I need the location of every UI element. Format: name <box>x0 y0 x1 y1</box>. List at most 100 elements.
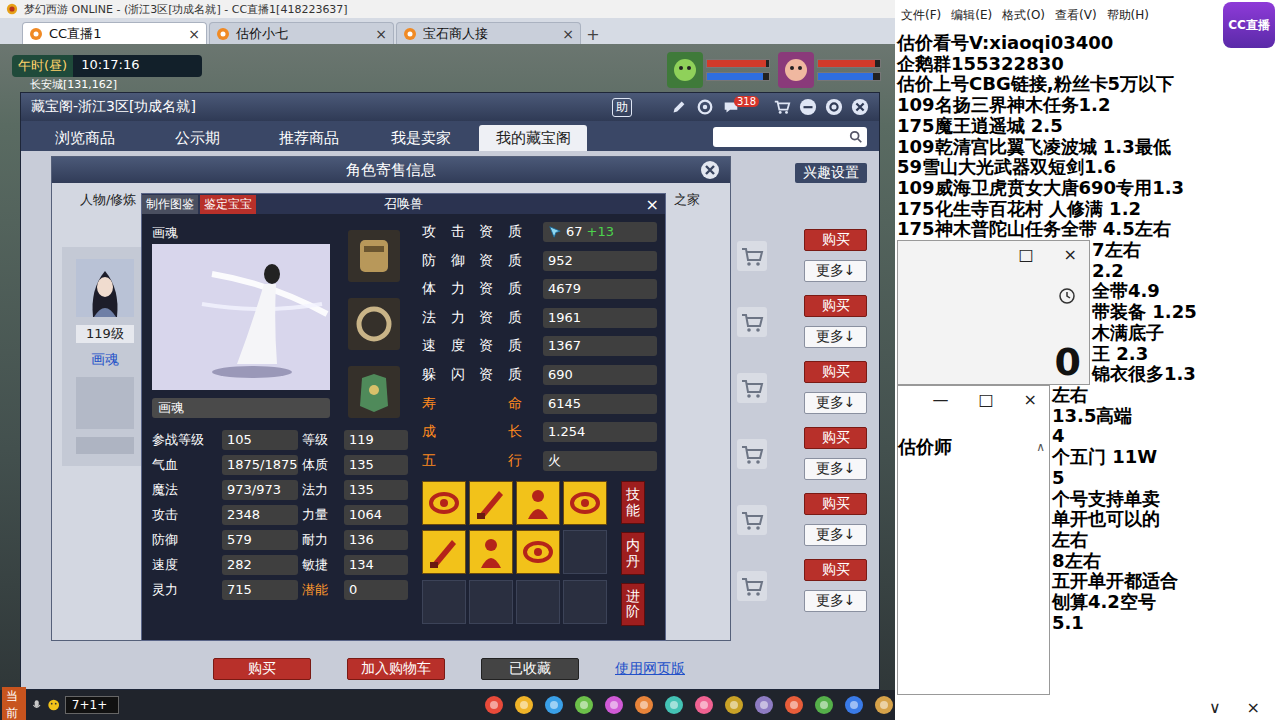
microphone-icon[interactable] <box>30 695 43 715</box>
toolbar-icon[interactable] <box>513 694 535 716</box>
buy-button[interactable]: 购买 <box>804 427 867 449</box>
tab-close-button[interactable]: × <box>375 26 387 42</box>
window-button[interactable]: — <box>932 390 948 409</box>
close-button[interactable]: × <box>646 195 665 214</box>
minimize-icon[interactable] <box>799 98 817 116</box>
toolbar-icon[interactable] <box>633 694 655 716</box>
nav-tab[interactable]: 浏览商品 <box>31 125 139 151</box>
skill-icon[interactable] <box>516 481 560 525</box>
cart-icon[interactable] <box>737 505 767 535</box>
toolbar-icon[interactable] <box>573 694 595 716</box>
new-tab-button[interactable]: + <box>583 24 603 44</box>
more-button[interactable]: 更多↓ <box>804 458 867 480</box>
character-avatar-icon[interactable] <box>76 259 134 317</box>
favorited-button[interactable]: 已收藏 <box>481 658 579 680</box>
close-icon[interactable] <box>700 160 720 180</box>
menu-item[interactable]: 文件(F) <box>901 7 941 24</box>
browser-tab[interactable]: 宝石商人接 × <box>396 22 581 44</box>
toolbar-icon[interactable] <box>723 694 745 716</box>
settings-icon[interactable] <box>825 98 843 116</box>
tab-close-button[interactable]: × <box>188 26 200 42</box>
more-button[interactable]: 更多↓ <box>804 392 867 414</box>
nav-tab[interactable]: 我的藏宝阁 <box>479 125 587 151</box>
toolbar-icon[interactable] <box>603 694 625 716</box>
menu-item[interactable]: 编辑(E) <box>951 7 992 24</box>
window-button[interactable]: × <box>1064 245 1077 264</box>
toolbar-icon[interactable] <box>543 694 565 716</box>
browser-tab[interactable]: 估价小七 × <box>209 22 394 44</box>
toolbar-icon[interactable] <box>753 694 775 716</box>
skill-icon[interactable] <box>422 530 466 574</box>
skill-icon[interactable] <box>422 481 466 525</box>
toolbar-icon[interactable] <box>843 694 865 716</box>
more-button[interactable]: 更多↓ <box>804 590 867 612</box>
add-to-cart-button[interactable]: 加入购物车 <box>347 658 445 680</box>
cart-icon[interactable] <box>737 571 767 601</box>
role-name[interactable]: 画魂 <box>91 351 119 369</box>
toolbar-icon[interactable] <box>873 694 895 716</box>
side-tab-button[interactable]: 内丹 <box>621 532 645 575</box>
subtab[interactable]: 之家 <box>674 191 700 209</box>
chat-channel[interactable]: 当前 <box>2 687 26 720</box>
pet-tab[interactable]: 制作图鉴 <box>142 195 198 214</box>
tab-close-button[interactable]: × <box>562 26 574 42</box>
buy-button[interactable]: 购买 <box>804 493 867 515</box>
skill-icon[interactable] <box>469 481 513 525</box>
bottom-button[interactable]: ∨ <box>1209 698 1221 717</box>
interest-settings-button[interactable]: 兴趣设置 <box>795 163 867 183</box>
cart-icon[interactable] <box>737 373 767 403</box>
buy-button[interactable]: 购买 <box>213 658 311 680</box>
window-button[interactable]: □ <box>1018 245 1033 264</box>
armor-equipment-icon[interactable] <box>348 366 400 418</box>
buy-button[interactable]: 购买 <box>804 229 867 251</box>
cart-icon[interactable] <box>737 307 767 337</box>
skill-icon[interactable] <box>469 530 513 574</box>
subtab[interactable]: 人物/修炼 <box>80 191 136 209</box>
search-icon[interactable] <box>849 130 863 144</box>
chat-input[interactable]: 7+1+ <box>65 696 119 714</box>
menu-item[interactable]: 格式(O) <box>1002 7 1045 24</box>
party-member[interactable] <box>778 52 881 88</box>
side-tab-button[interactable]: 进阶 <box>621 583 645 626</box>
ring-equipment-icon[interactable] <box>348 298 400 350</box>
history-icon[interactable] <box>1057 286 1077 306</box>
menu-item[interactable]: 帮助(H) <box>1107 7 1149 24</box>
more-button[interactable]: 更多↓ <box>804 260 867 282</box>
more-button[interactable]: 更多↓ <box>804 524 867 546</box>
pet-name-field[interactable]: 画魂 <box>152 398 330 418</box>
buy-button[interactable]: 购买 <box>804 361 867 383</box>
menu-item[interactable]: 查看(V) <box>1055 7 1097 24</box>
edit-icon[interactable] <box>670 98 688 116</box>
toolbar-icon[interactable] <box>483 694 505 716</box>
toolbar-icon[interactable] <box>813 694 835 716</box>
buy-button[interactable]: 购买 <box>804 559 867 581</box>
more-button[interactable]: 更多↓ <box>804 326 867 348</box>
skill-icon[interactable] <box>563 481 607 525</box>
bottom-button[interactable]: × <box>1247 698 1260 717</box>
side-tab-button[interactable]: 技能 <box>621 481 645 524</box>
browser-tab[interactable]: CC直播1 × <box>22 22 207 44</box>
toolbar-icon[interactable] <box>663 694 685 716</box>
toolbar-icon[interactable] <box>783 694 805 716</box>
messages-button[interactable]: 318 <box>722 98 759 116</box>
window-button[interactable]: × <box>1024 390 1037 409</box>
web-version-link[interactable]: 使用网页版 <box>615 660 685 678</box>
buy-button[interactable]: 购买 <box>804 295 867 317</box>
nav-tab[interactable]: 公示期 <box>143 125 251 151</box>
emoji-icon[interactable] <box>47 695 60 715</box>
cart-icon[interactable] <box>773 98 791 116</box>
nav-tab[interactable]: 推荐商品 <box>255 125 363 151</box>
window-button[interactable]: □ <box>978 390 993 409</box>
close-icon[interactable] <box>851 98 869 116</box>
target-icon[interactable] <box>696 98 714 116</box>
skill-icon[interactable] <box>516 530 560 574</box>
nav-tab[interactable]: 我是卖家 <box>367 125 475 151</box>
toolbar-icon[interactable] <box>693 694 715 716</box>
scroll-up-button[interactable]: ∧ <box>1036 440 1045 454</box>
notepad-text[interactable]: 估价看号V:xiaoqi03400企鹅群155322830估价上号CBG链接,粉… <box>897 30 1280 240</box>
party-member[interactable] <box>667 52 770 88</box>
cart-icon[interactable] <box>737 439 767 469</box>
pet-tab[interactable]: 鉴定宝宝 <box>200 195 256 214</box>
collar-equipment-icon[interactable] <box>348 230 400 282</box>
search-field[interactable] <box>713 127 867 147</box>
